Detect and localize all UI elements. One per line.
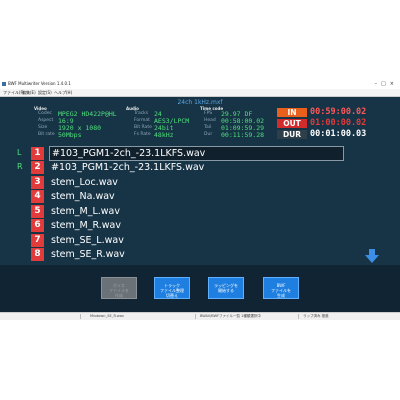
track-number: 6 — [31, 219, 44, 232]
in-label: IN — [277, 108, 307, 117]
track-number: 5 — [31, 205, 44, 218]
maximize-icon[interactable]: □ — [381, 81, 390, 87]
status-bar: Mixdown_SE_R.wav BWAV/BWFファイル一覧 1種類選択中 ラ… — [0, 312, 400, 320]
generate-bwf-button[interactable]: BWF ファイルを 生成 — [263, 277, 299, 299]
out-label: OUT — [277, 119, 307, 128]
video-bitrate: 50Mbps — [58, 131, 82, 139]
status-right: ラップ済み 推奨 — [303, 314, 329, 318]
tc-dur: 00:11:59.28 — [221, 131, 265, 139]
close-icon[interactable]: × — [390, 81, 398, 87]
status-file: Mixdown_SE_R.wav — [90, 314, 124, 318]
tc-tail-label: Tail — [204, 125, 212, 130]
track-number: 7 — [31, 234, 44, 247]
status-divider — [80, 314, 81, 319]
status-divider — [298, 314, 299, 319]
window-title: BWF Multiwriter Version 1.4.0.1 — [8, 81, 71, 86]
tc-fps-label: FPS — [204, 111, 213, 116]
track-name[interactable]: stem_M_R.wav — [51, 219, 121, 232]
track-name[interactable]: #103_PGM1-2ch_-23.1LKFS.wav — [51, 161, 204, 174]
window-controls[interactable]: –□× — [375, 81, 398, 87]
dur-timecode: 00:01:00.03 — [310, 129, 367, 139]
dur-label: DUR — [277, 130, 307, 139]
track-name[interactable]: stem_SE_L.wav — [51, 234, 124, 247]
menu-edit[interactable]: 編集(E) — [22, 90, 36, 95]
video-bitrate-label: Bit rate — [38, 132, 55, 137]
audio-fsrate: 48kHz — [154, 131, 174, 139]
status-list: BWAV/BWFファイル一覧 1種類選択中 — [200, 314, 261, 318]
start-wrapping-button[interactable]: ラッピングを 開始する — [208, 277, 244, 299]
menu-bar: ファイル(F) 編集(E) 設定(S) ヘルプ(H) — [0, 89, 400, 97]
menu-help[interactable]: ヘルプ(H) — [54, 90, 72, 95]
audio-fsrate-label: Fs Rate — [134, 132, 151, 137]
action-bar: ボイス ファイルを 作成 トラック ファイル整理 切替え ラッピングを 開始する BWF フ… — [0, 265, 400, 315]
track-number: 8 — [31, 248, 44, 261]
video-codec-label: Codec — [38, 111, 52, 116]
audio-format-label: Format — [134, 118, 150, 123]
track-number: 1 — [31, 147, 44, 160]
tc-head-label: Head — [204, 118, 216, 123]
channel-right-label: R — [17, 162, 23, 171]
menu-settings[interactable]: 設定(S) — [38, 90, 52, 95]
tc-dur-label: Dur — [204, 132, 213, 137]
channel-left-label: L — [17, 148, 22, 157]
out-timecode[interactable]: 01:00:00.02 — [310, 119, 366, 128]
track-number: 2 — [31, 161, 44, 174]
track-number: 4 — [31, 190, 44, 203]
track-name[interactable]: stem_M_L.wav — [51, 205, 120, 218]
track-name[interactable]: stem_SE_R.wav — [51, 248, 125, 261]
track-number: 3 — [31, 176, 44, 189]
switch-track-button[interactable]: トラック ファイル整理 切替え — [154, 277, 190, 299]
status-divider — [195, 314, 196, 319]
audio-bitrate-label: Bit Rate — [134, 125, 152, 130]
create-voice-button: ボイス ファイルを 作成 — [101, 277, 137, 299]
app-icon — [2, 82, 6, 86]
video-size-label: Size — [38, 125, 48, 130]
track-name[interactable]: stem_Loc.wav — [51, 176, 118, 189]
in-timecode[interactable]: 00:59:00.02 — [310, 108, 366, 117]
track-name[interactable]: stem_Na.wav — [51, 190, 115, 203]
track-name-selected[interactable]: #103_PGM1-2ch_-23.1LKFS.wav — [49, 146, 344, 161]
audio-tracks-label: Tracks — [134, 111, 149, 116]
video-aspect-label: Aspect — [38, 118, 54, 123]
